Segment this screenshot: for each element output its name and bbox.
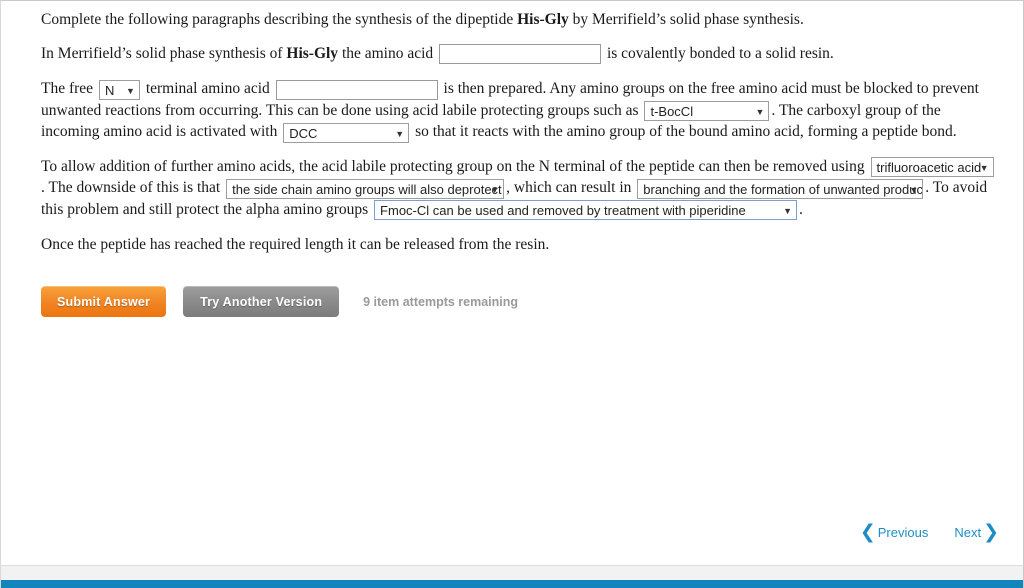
intro-text-after: by Merrifield’s solid phase synthesis.: [568, 11, 804, 28]
p2-text-5: so that it reacts with the amino group o…: [411, 123, 957, 141]
p1-text-2: the amino acid: [338, 45, 438, 62]
p1-dipeptide-name: His-Gly: [286, 45, 339, 62]
chevron-left-icon: ❮: [859, 521, 876, 543]
next-link-label: Next: [954, 525, 982, 540]
paragraph-2: The free N ▼ terminal amino acid is then …: [41, 78, 997, 143]
p3-text-3: , which can result in: [506, 179, 636, 197]
side-chain-select-value: the side chain amino groups will also de…: [232, 181, 502, 197]
paragraph-4: Once the peptide has reached the require…: [41, 236, 550, 254]
deprotect-reagent-select[interactable]: trifluoroacetic acid ▼: [870, 157, 994, 178]
resin-amino-acid-input[interactable]: [439, 44, 602, 65]
p3-text-2: . The downside of this is that: [41, 179, 225, 197]
p1-text-3: is covalently bonded to a solid resin.: [603, 45, 834, 62]
paragraph-3: To allow addition of further amino acids…: [41, 156, 997, 221]
p3-text-1: To allow addition of further amino acids…: [41, 157, 869, 175]
chevron-down-icon: ▼: [126, 85, 135, 96]
submit-answer-button[interactable]: Submit Answer: [41, 286, 167, 318]
protecting-group-select-value: t-BocCl: [650, 104, 694, 120]
deprotect-reagent-select-value: trifluoroacetic acid: [876, 160, 982, 176]
p2-text-1: The free: [41, 80, 97, 98]
next-link[interactable]: Next ❯: [954, 523, 999, 542]
try-another-version-button[interactable]: Try Another Version: [183, 286, 340, 318]
chevron-down-icon: ▼: [979, 163, 989, 174]
chevron-down-icon: ▼: [755, 107, 765, 118]
terminal-amino-acid-input[interactable]: [275, 79, 438, 100]
terminal-select-value: N: [104, 82, 115, 98]
chevron-down-icon: ▼: [909, 184, 919, 195]
activator-select[interactable]: DCC ▼: [283, 122, 410, 143]
activator-select-value: DCC: [289, 125, 318, 141]
navigation-links: ❮ Previous Next ❯: [860, 523, 999, 542]
side-chain-select[interactable]: the side chain amino groups will also de…: [226, 178, 505, 199]
intro-text-before: Complete the following paragraphs descri…: [41, 11, 518, 28]
fmoc-strategy-select-value: Fmoc-Cl can be used and removed by treat…: [380, 203, 746, 219]
attempts-remaining-text: 9 item attempts remaining: [363, 294, 519, 309]
footer-accent-bar: [1, 580, 1023, 588]
chevron-down-icon: ▼: [490, 184, 500, 195]
intro-dipeptide-name: His-Gly: [517, 11, 569, 28]
chevron-down-icon: ▼: [783, 206, 793, 217]
terminal-select[interactable]: N ▼: [98, 79, 140, 100]
intro-paragraph: Complete the following paragraphs descri…: [41, 9, 997, 30]
fmoc-strategy-select[interactable]: Fmoc-Cl can be used and removed by treat…: [374, 200, 798, 221]
result-select-value: branching and the formation of unwanted …: [643, 181, 924, 197]
chevron-down-icon: ▼: [395, 128, 405, 139]
p2-text-2: terminal amino acid: [141, 80, 274, 98]
paragraph-1: In Merrifield’s solid phase synthesis of…: [41, 43, 997, 65]
previous-link-label: Previous: [877, 525, 929, 540]
result-select[interactable]: branching and the formation of unwanted …: [637, 178, 924, 199]
previous-link[interactable]: ❮ Previous: [860, 523, 929, 542]
p3-text-5: .: [799, 200, 803, 218]
chevron-right-icon: ❯: [983, 521, 999, 543]
action-button-row: Submit Answer Try Another Version 9 item…: [41, 286, 997, 318]
p1-text-1: In Merrifield’s solid phase synthesis of: [41, 45, 287, 62]
question-content: Complete the following paragraphs descri…: [1, 1, 1023, 566]
footer-strip: [1, 565, 1023, 580]
protecting-group-select[interactable]: t-BocCl ▼: [644, 101, 770, 122]
question-page: Complete the following paragraphs descri…: [0, 0, 1024, 588]
